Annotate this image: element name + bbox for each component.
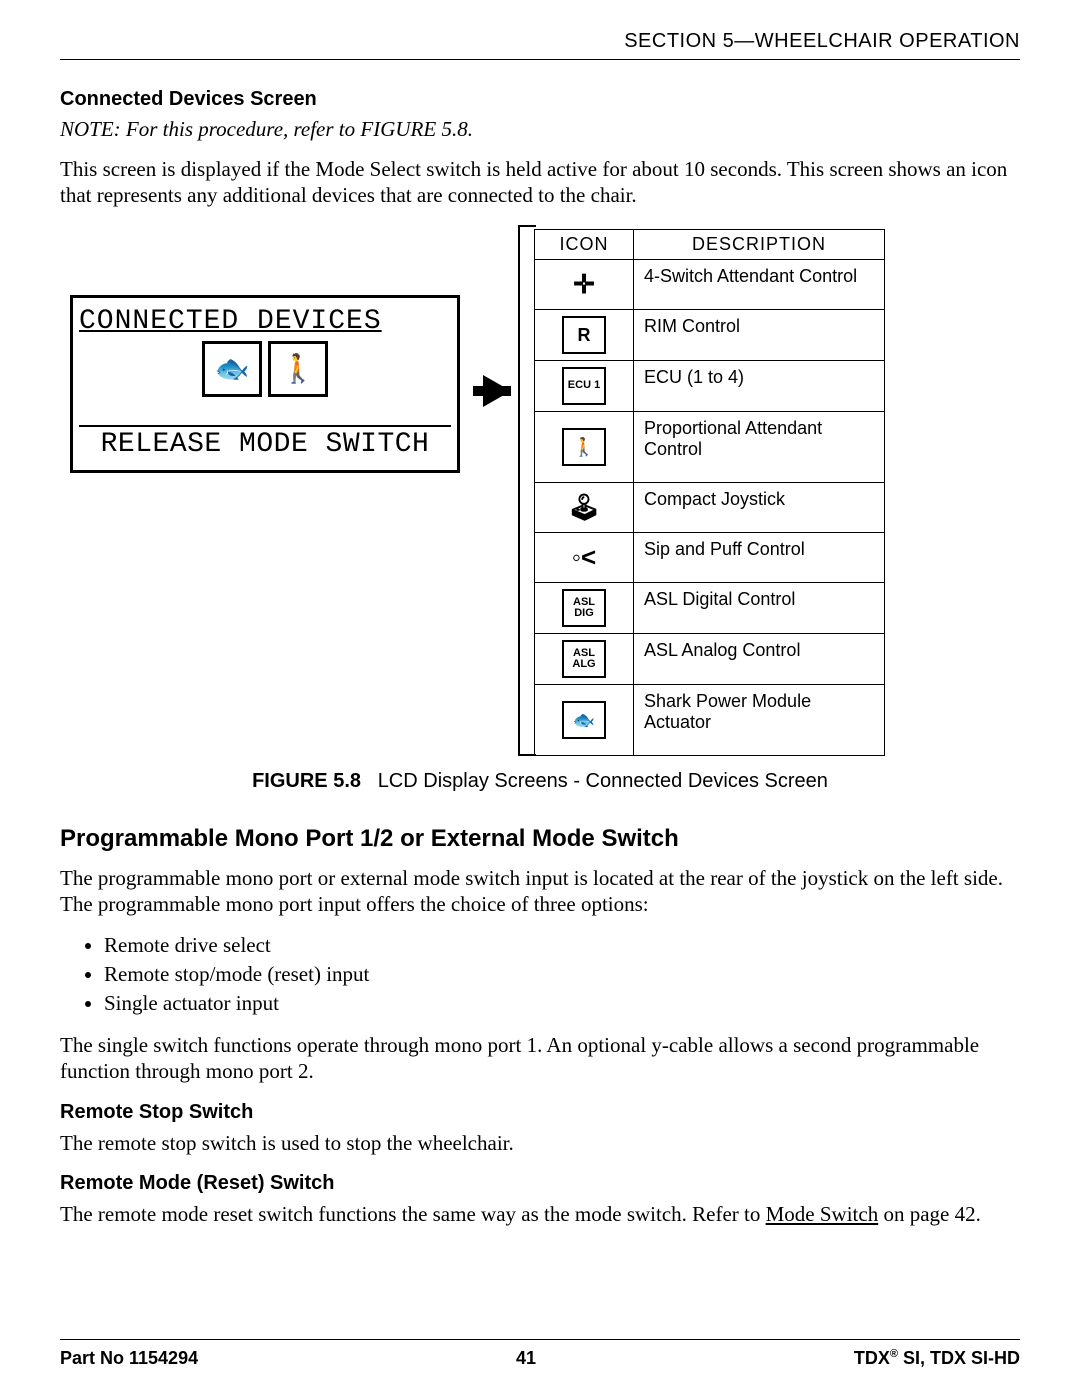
icon-cell: ✛ xyxy=(535,259,634,309)
mono-port-paragraph-1: The programmable mono port or external m… xyxy=(60,865,1020,918)
description-cell: ASL Digital Control xyxy=(634,582,885,633)
icon-cell: R xyxy=(535,309,634,360)
asl-digital-icon: ASL DIG xyxy=(562,589,606,627)
table-row: ASL ALG ASL Analog Control xyxy=(535,633,885,684)
icon-cell: 🕹 xyxy=(535,482,634,532)
mono-port-options-list: Remote drive select Remote stop/mode (res… xyxy=(84,933,1020,1016)
lcd-screen: CONNECTED DEVICES 🐟 🚶 RELEASE MODE SWITC… xyxy=(70,295,460,473)
table-header-icon: ICON xyxy=(535,229,634,259)
footer-part-number: Part No 1154294 xyxy=(60,1348,198,1369)
table-row: ◦< Sip and Puff Control xyxy=(535,532,885,582)
asl-analog-icon: ASL ALG xyxy=(562,640,606,678)
table-row: ECU 1 ECU (1 to 4) xyxy=(535,360,885,411)
description-cell: RIM Control xyxy=(634,309,885,360)
table-row: R RIM Control xyxy=(535,309,885,360)
icon-cell: ASL DIG xyxy=(535,582,634,633)
lcd-shark-icon: 🐟 xyxy=(202,341,262,397)
ecu-icon: ECU 1 xyxy=(562,367,606,405)
list-item: Remote stop/mode (reset) input xyxy=(104,962,1020,987)
four-switch-attendant-icon: ✛ xyxy=(564,267,604,301)
table-header-description: DESCRIPTION xyxy=(634,229,885,259)
figure-number: FIGURE 5.8 xyxy=(252,770,361,792)
proportional-attendant-icon: 🚶 xyxy=(562,428,606,466)
footer-page-number: 41 xyxy=(516,1348,536,1369)
icon-cell: ECU 1 xyxy=(535,360,634,411)
figure-caption-text: LCD Display Screens - Connected Devices … xyxy=(378,770,828,792)
icon-description-table: ICON DESCRIPTION ✛ 4-Switch Attendant Con… xyxy=(534,229,885,756)
description-cell: Proportional Attendant Control xyxy=(634,411,885,482)
remote-stop-switch-paragraph: The remote stop switch is used to stop t… xyxy=(60,1130,1020,1156)
remote-mode-reset-paragraph: The remote mode reset switch functions t… xyxy=(60,1201,1020,1227)
lcd-title: CONNECTED DEVICES xyxy=(79,306,451,337)
mode-switch-link[interactable]: Mode Switch xyxy=(766,1202,879,1226)
description-cell: Compact Joystick xyxy=(634,482,885,532)
list-item: Single actuator input xyxy=(104,991,1020,1016)
description-cell: Shark Power Module Actuator xyxy=(634,684,885,755)
procedure-note: NOTE: For this procedure, refer to FIGUR… xyxy=(60,117,1020,142)
table-row: 🐟 Shark Power Module Actuator xyxy=(535,684,885,755)
table-row: ✛ 4-Switch Attendant Control xyxy=(535,259,885,309)
section-header: SECTION 5—WHEELCHAIR OPERATION xyxy=(60,30,1020,60)
intro-paragraph: This screen is displayed if the Mode Sel… xyxy=(60,156,1020,209)
remote-mode-reset-heading: Remote Mode (Reset) Switch xyxy=(60,1172,1020,1195)
icon-cell: ◦< xyxy=(535,532,634,582)
page-footer: Part No 1154294 41 TDX® SI, TDX SI-HD xyxy=(60,1339,1020,1369)
table-row: 🕹 Compact Joystick xyxy=(535,482,885,532)
arrow-right-icon xyxy=(483,375,511,407)
programmable-mono-port-heading: Programmable Mono Port 1/2 or External M… xyxy=(60,825,1020,853)
figure-5-8-content: CONNECTED DEVICES 🐟 🚶 RELEASE MODE SWITC… xyxy=(60,225,1020,756)
icon-cell: 🐟 xyxy=(535,684,634,755)
connected-devices-heading: Connected Devices Screen xyxy=(60,88,1020,111)
icon-cell: 🚶 xyxy=(535,411,634,482)
figure-caption: FIGURE 5.8 LCD Display Screens - Connect… xyxy=(60,770,1020,793)
description-cell: ASL Analog Control xyxy=(634,633,885,684)
table-row: ASL DIG ASL Digital Control xyxy=(535,582,885,633)
list-item: Remote drive select xyxy=(104,933,1020,958)
description-cell: 4-Switch Attendant Control xyxy=(634,259,885,309)
description-cell: Sip and Puff Control xyxy=(634,532,885,582)
icon-cell: ASL ALG xyxy=(535,633,634,684)
table-row: 🚶 Proportional Attendant Control xyxy=(535,411,885,482)
rim-control-icon: R xyxy=(562,316,606,354)
mono-port-paragraph-2: The single switch functions operate thro… xyxy=(60,1032,1020,1085)
lcd-footer-text: RELEASE MODE SWITCH xyxy=(79,425,451,460)
footer-model: TDX® SI, TDX SI-HD xyxy=(854,1348,1020,1369)
description-cell: ECU (1 to 4) xyxy=(634,360,885,411)
curly-bracket-icon xyxy=(518,225,536,756)
remote-stop-switch-heading: Remote Stop Switch xyxy=(60,1101,1020,1124)
sip-puff-icon: ◦< xyxy=(564,540,604,574)
shark-power-module-icon: 🐟 xyxy=(562,701,606,739)
compact-joystick-icon: 🕹 xyxy=(564,490,604,524)
lcd-attendant-icon: 🚶 xyxy=(268,341,328,397)
